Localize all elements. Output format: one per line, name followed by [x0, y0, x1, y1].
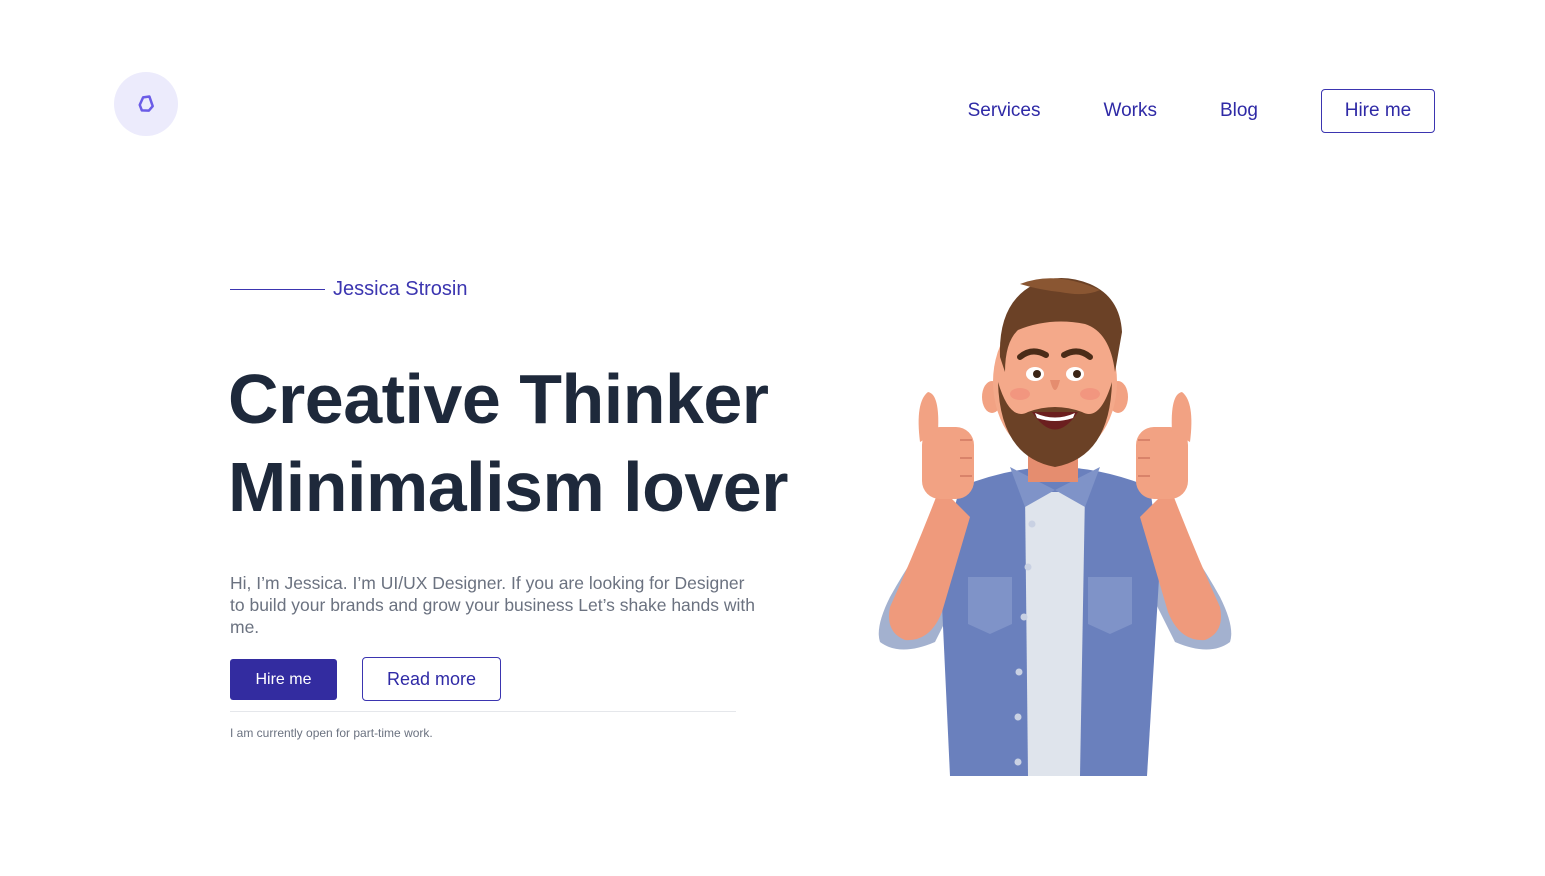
nav-item-blog[interactable]: Blog: [1220, 100, 1258, 122]
hero-eyebrow: Jessica Strosin: [230, 278, 468, 301]
thumbs-up-man-illustration: [860, 262, 1250, 778]
hero-divider: [230, 711, 736, 712]
availability-note: I am currently open for part-time work.: [230, 726, 433, 740]
hire-me-button[interactable]: Hire me: [230, 659, 337, 700]
headline-line-2: Minimalism lover: [228, 448, 788, 526]
droplet-logo-icon: [138, 95, 154, 112]
headline-line-1: Creative Thinker: [228, 360, 769, 438]
nav-item-services[interactable]: Services: [968, 100, 1041, 122]
hero-intro: Hi, I’m Jessica. I’m UI/UX Designer. If …: [230, 573, 755, 637]
site-logo[interactable]: [114, 72, 178, 136]
nav-item-works[interactable]: Works: [1103, 100, 1156, 122]
author-name: Jessica Strosin: [333, 278, 468, 300]
main-nav: Services Works Blog Hire me: [968, 88, 1435, 134]
eyebrow-divider: [230, 289, 325, 290]
nav-hire-button[interactable]: Hire me: [1321, 89, 1435, 133]
read-more-button[interactable]: Read more: [362, 657, 501, 701]
hero-headline: Creative Thinker Minimalism lover: [228, 355, 788, 531]
